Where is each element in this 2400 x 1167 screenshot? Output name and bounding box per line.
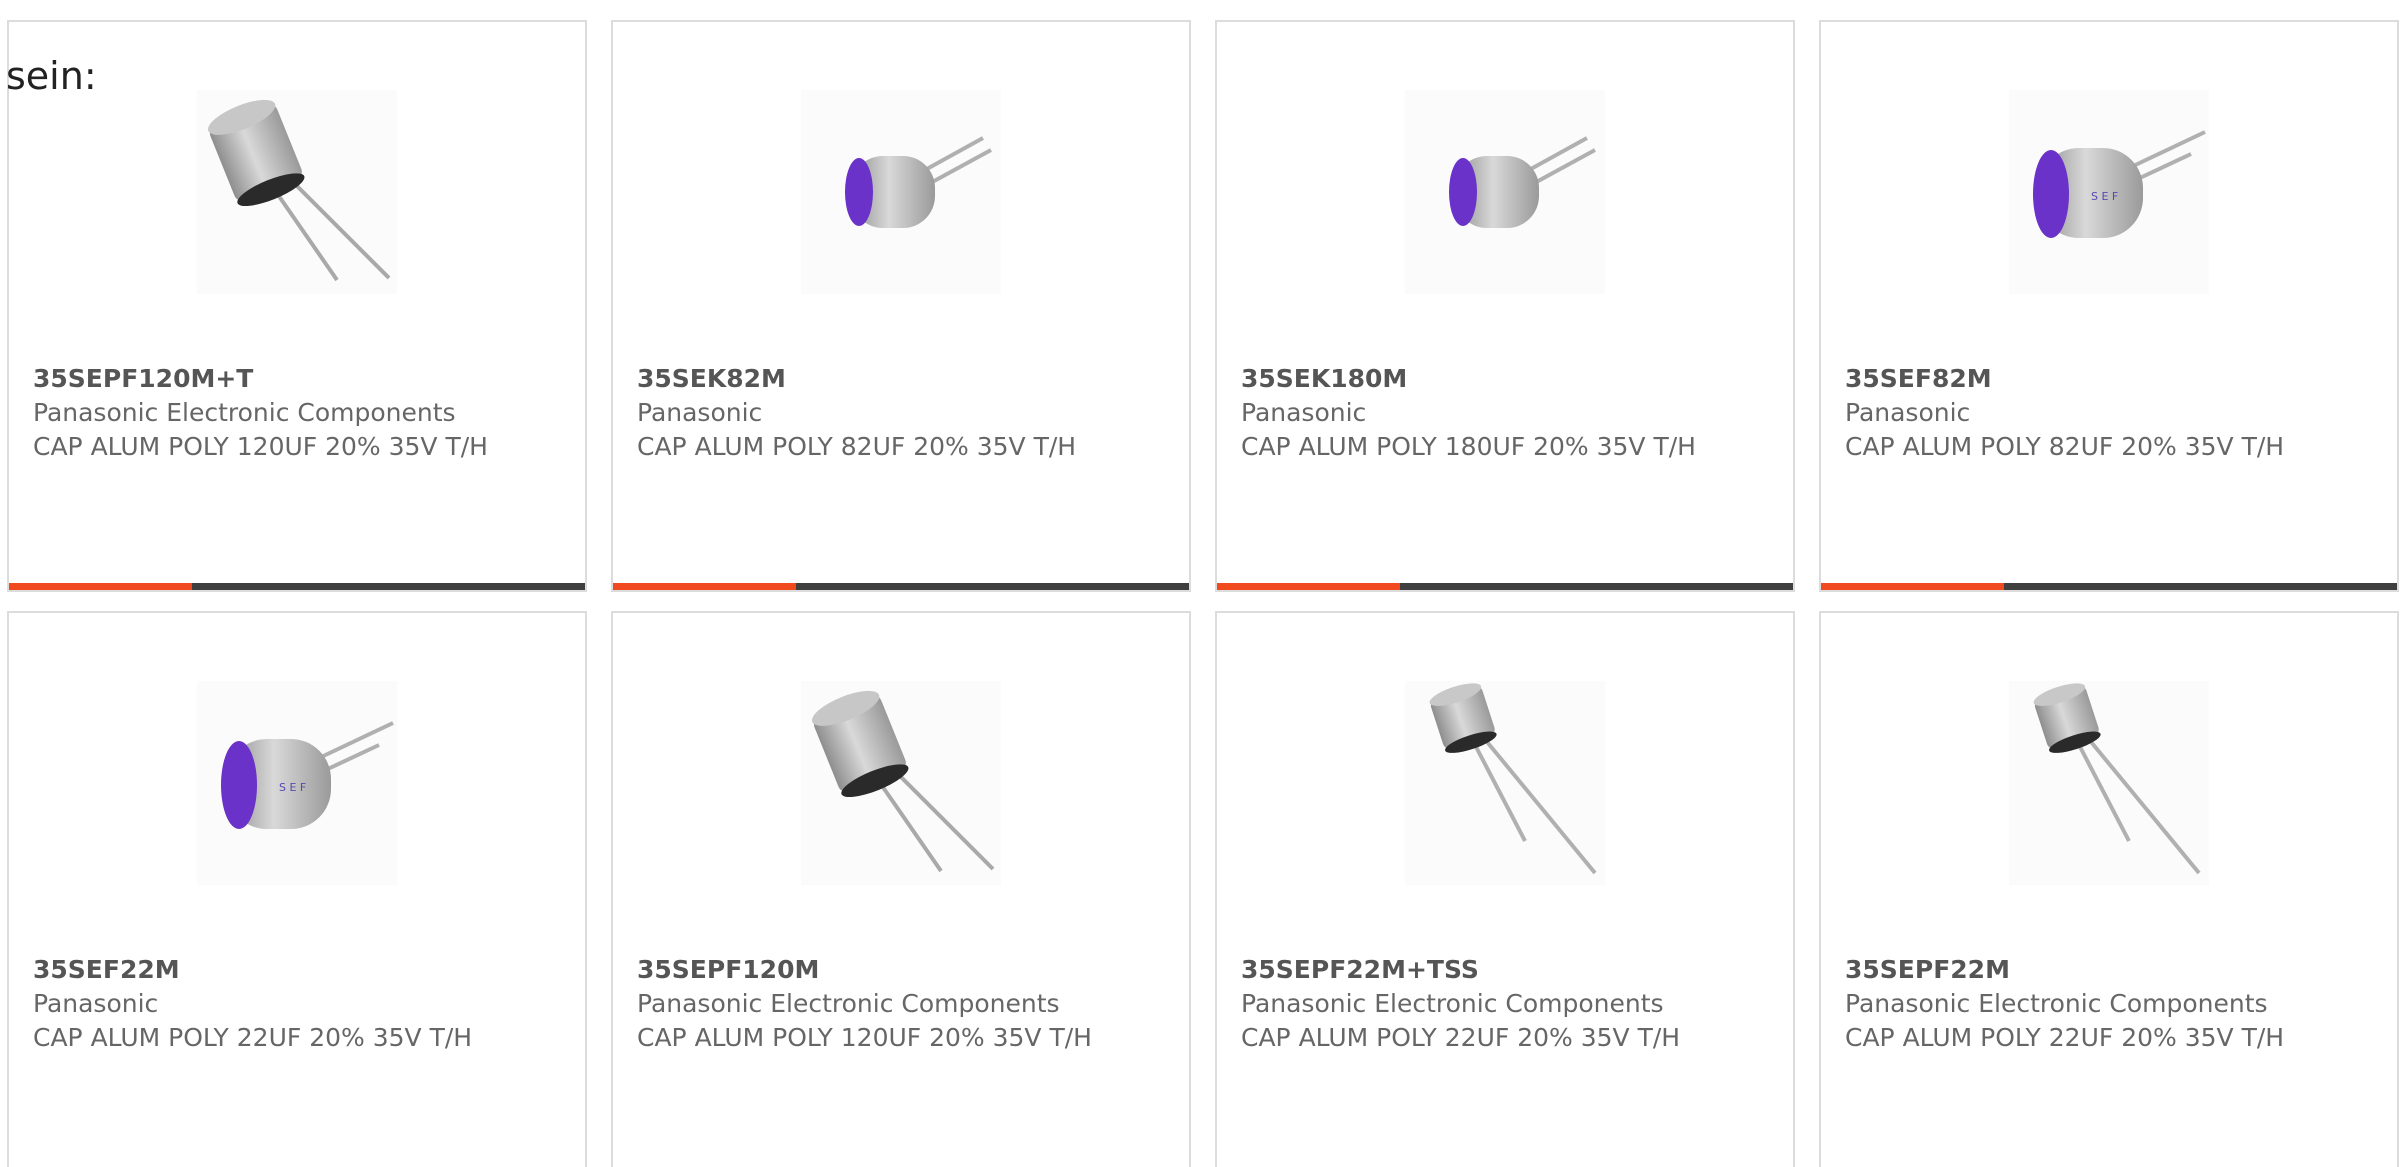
progress-bar [613, 583, 1189, 590]
manufacturer: Panasonic [33, 989, 159, 1018]
svg-text:S E F: S E F [2091, 190, 2118, 203]
capacitor-upright-icon[interactable] [197, 90, 397, 294]
part-number[interactable]: 35SEPF22M+TSS [1241, 953, 1701, 987]
manufacturer: Panasonic Electronic Components [33, 398, 456, 427]
capacitor-purple-large-icon[interactable]: S E F [2009, 90, 2209, 294]
product-grid: 35SEPF120M+T Panasonic Electronic Compone… [7, 20, 2399, 1167]
part-number[interactable]: 35SEK180M [1241, 362, 1701, 396]
product-info: 35SEPF120M Panasonic Electronic Component… [637, 953, 1097, 1055]
progress-fill [613, 583, 796, 590]
product-info: 35SEF22M Panasonic CAP ALUM POLY 22UF 20% … [33, 953, 493, 1055]
description: CAP ALUM POLY 82UF 20% 35V T/H [1845, 432, 2285, 461]
capacitor-purple-large-icon[interactable]: S E F [197, 681, 397, 885]
part-number[interactable]: 35SEPF22M [1845, 953, 2305, 987]
manufacturer: Panasonic [1845, 398, 1971, 427]
manufacturer: Panasonic Electronic Components [637, 989, 1060, 1018]
manufacturer: Panasonic [1241, 398, 1367, 427]
manufacturer: Panasonic [637, 398, 763, 427]
product-info: 35SEPF120M+T Panasonic Electronic Compone… [33, 362, 493, 464]
product-info: 35SEK82M Panasonic CAP ALUM POLY 82UF 20% … [637, 362, 1097, 464]
progress-bar [1821, 583, 2397, 590]
description: CAP ALUM POLY 120UF 20% 35V T/H [637, 1023, 1092, 1052]
capacitor-small-icon[interactable] [2009, 681, 2209, 885]
capacitor-purple-icon[interactable] [1405, 90, 1605, 294]
description: CAP ALUM POLY 22UF 20% 35V T/H [1241, 1023, 1681, 1052]
progress-fill [1821, 583, 2004, 590]
product-card[interactable]: 35SEPF22M Panasonic Electronic Components… [1819, 611, 2399, 1167]
product-card[interactable]: 35SEK180M Panasonic CAP ALUM POLY 180UF 20… [1215, 20, 1795, 592]
part-number[interactable]: 35SEF82M [1845, 362, 2305, 396]
product-card[interactable]: 35SEPF22M+TSS Panasonic Electronic Compon… [1215, 611, 1795, 1167]
part-number[interactable]: 35SEF22M [33, 953, 493, 987]
capacitor-purple-icon[interactable] [801, 90, 1001, 294]
progress-bar [9, 583, 585, 590]
svg-text:S E F: S E F [279, 781, 306, 794]
product-card[interactable]: 35SEK82M Panasonic CAP ALUM POLY 82UF 20% … [611, 20, 1191, 592]
description: CAP ALUM POLY 120UF 20% 35V T/H [33, 432, 488, 461]
product-info: 35SEF82M Panasonic CAP ALUM POLY 82UF 20% … [1845, 362, 2305, 464]
part-number[interactable]: 35SEPF120M [637, 953, 1097, 987]
description: CAP ALUM POLY 180UF 20% 35V T/H [1241, 432, 1696, 461]
progress-fill [1217, 583, 1400, 590]
product-info: 35SEPF22M+TSS Panasonic Electronic Compon… [1241, 953, 1701, 1055]
progress-fill [9, 583, 192, 590]
product-listing: sein: 35SEPF120M+T Panasonic Electronic C… [0, 0, 2400, 1167]
product-card[interactable]: S E F 35SEF82M Panasonic CAP ALUM POLY 82UF… [1819, 20, 2399, 592]
progress-bar [1217, 583, 1793, 590]
product-card[interactable]: 35SEPF120M+T Panasonic Electronic Compone… [7, 20, 587, 592]
product-card[interactable]: S E F 35SEF22M Panasonic CAP ALUM POLY 22UF… [7, 611, 587, 1167]
description: CAP ALUM POLY 82UF 20% 35V T/H [637, 432, 1077, 461]
product-info: 35SEPF22M Panasonic Electronic Components… [1845, 953, 2305, 1055]
manufacturer: Panasonic Electronic Components [1241, 989, 1664, 1018]
capacitor-upright-icon[interactable] [801, 681, 1001, 885]
part-number[interactable]: 35SEPF120M+T [33, 362, 493, 396]
capacitor-small-icon[interactable] [1405, 681, 1605, 885]
product-info: 35SEK180M Panasonic CAP ALUM POLY 180UF 20… [1241, 362, 1701, 464]
product-card[interactable]: 35SEPF120M Panasonic Electronic Component… [611, 611, 1191, 1167]
description: CAP ALUM POLY 22UF 20% 35V T/H [33, 1023, 473, 1052]
manufacturer: Panasonic Electronic Components [1845, 989, 2268, 1018]
description: CAP ALUM POLY 22UF 20% 35V T/H [1845, 1023, 2285, 1052]
intro-text: sein: [6, 54, 97, 98]
part-number[interactable]: 35SEK82M [637, 362, 1097, 396]
